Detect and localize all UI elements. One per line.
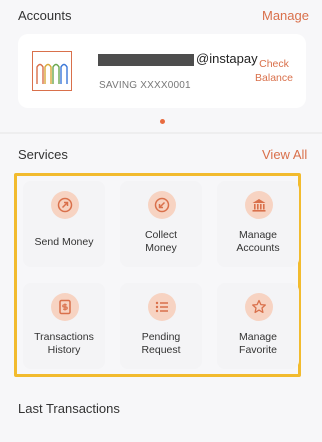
check-balance-button[interactable]: Check Balance — [250, 57, 298, 85]
collect-money-label: Collect Money — [144, 229, 178, 254]
vpa-handle: @instapay — [196, 51, 258, 66]
history-doc-icon — [51, 293, 79, 321]
services-grid: Send Money Collect Money Manage Accounts… — [14, 173, 301, 377]
account-card[interactable]: @instapay SAVING XXXX0001 Check Balance — [18, 34, 306, 108]
bank-icon — [245, 191, 273, 219]
manage-favorite-tile[interactable]: Manage Favorite — [217, 283, 299, 369]
manage-favorite-label: Manage Favorite — [239, 331, 277, 356]
carousel-dot — [160, 119, 165, 124]
transactions-history-tile[interactable]: Transactions History — [23, 283, 105, 369]
arrow-up-right-icon — [51, 191, 79, 219]
manage-accounts-tile[interactable]: Manage Accounts — [217, 181, 299, 267]
list-icon — [148, 293, 176, 321]
collect-money-tile[interactable]: Collect Money — [120, 181, 202, 267]
masked-vpa-name — [98, 54, 194, 66]
bank-logo-icon — [32, 51, 72, 91]
account-number: SAVING XXXX0001 — [99, 80, 191, 91]
pending-request-tile[interactable]: Pending Request — [120, 283, 202, 369]
last-transactions-title: Last Transactions — [18, 401, 120, 416]
send-money-tile[interactable]: Send Money — [23, 181, 105, 267]
manage-accounts-label: Manage Accounts — [236, 229, 280, 254]
pending-request-label: Pending Request — [141, 331, 181, 356]
services-title: Services — [18, 147, 68, 162]
section-divider — [0, 132, 322, 134]
transactions-history-label: Transactions History — [34, 331, 94, 356]
manage-accounts-link[interactable]: Manage — [262, 8, 309, 23]
send-money-label: Send Money — [34, 236, 94, 248]
star-icon — [245, 293, 273, 321]
accounts-title: Accounts — [18, 8, 72, 23]
arrow-down-left-icon — [148, 191, 176, 219]
view-all-services-link[interactable]: View All — [262, 147, 307, 162]
